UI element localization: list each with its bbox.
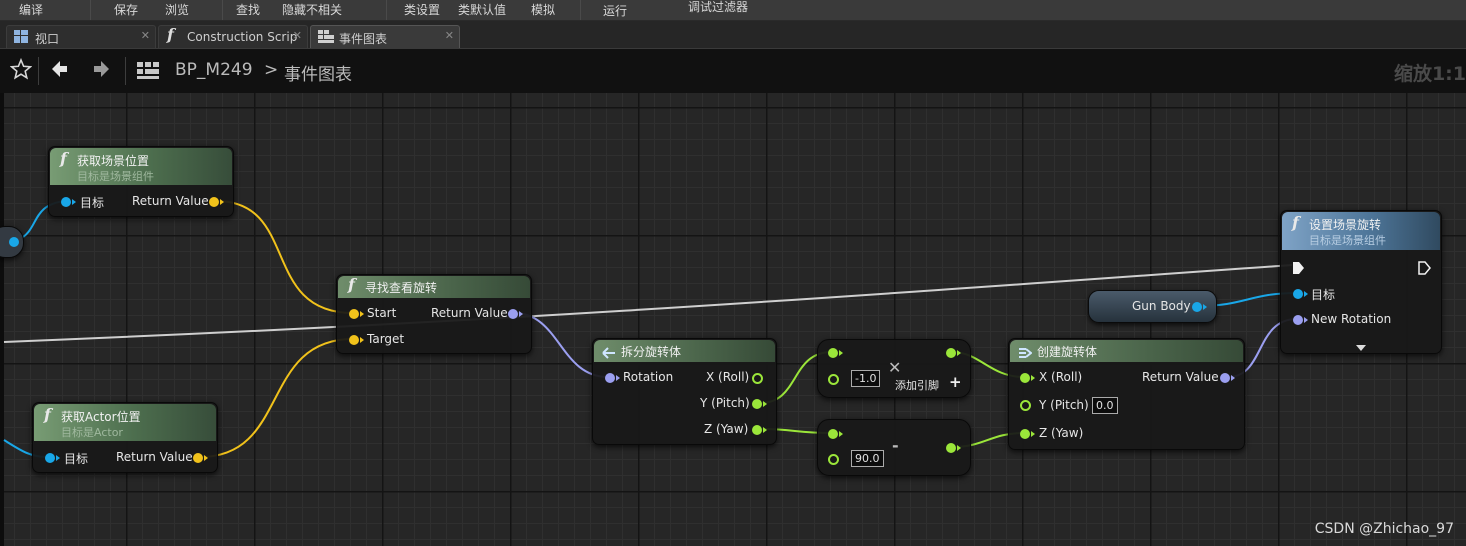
return-value-pin[interactable] xyxy=(193,453,208,463)
expand-arrow-icon[interactable] xyxy=(1355,337,1367,356)
pin-label: 目标 xyxy=(80,196,105,210)
target-input-pin[interactable] xyxy=(1293,289,1308,299)
pin-label: 目标 xyxy=(64,452,89,466)
roll-input-pin[interactable] xyxy=(1020,373,1035,383)
node-header: f 获取Actor位置 目标是Actor xyxy=(34,404,216,441)
pin-label: Z (Yaw) xyxy=(704,422,749,436)
pin-label: Y (Pitch) xyxy=(700,396,750,410)
function-icon: f xyxy=(44,405,51,424)
object-output-pin[interactable] xyxy=(1192,302,1207,312)
float-output-pin[interactable] xyxy=(946,348,961,358)
node-subtitle: 目标是Actor xyxy=(61,426,123,439)
node-title: 获取场景位置 xyxy=(77,154,150,168)
make-rotator-icon xyxy=(1018,344,1033,363)
new-rotation-input-pin[interactable] xyxy=(1293,315,1308,325)
pin-label: Z (Yaw) xyxy=(1039,426,1084,440)
float-input-pin[interactable] xyxy=(828,374,839,385)
yaw-output-pin[interactable] xyxy=(752,425,767,435)
add-pin-label[interactable]: 添加引脚 xyxy=(895,377,939,393)
node-header: f 设置场景旋转 目标是场景组件 xyxy=(1282,212,1440,250)
node-header: f 获取场景位置 目标是场景组件 xyxy=(50,148,232,185)
return-value-pin[interactable] xyxy=(209,197,224,207)
watermark: CSDN @Zhichao_97 xyxy=(1314,521,1454,537)
pin-label: X (Roll) xyxy=(706,370,750,384)
variable-label: Gun Body xyxy=(1132,299,1191,313)
float-input-pin[interactable] xyxy=(828,454,839,465)
float-input-pin[interactable] xyxy=(828,348,843,358)
pitch-output-pin[interactable] xyxy=(752,399,767,409)
pin-label: X (Roll) xyxy=(1039,370,1083,384)
pin-label: Y (Pitch) xyxy=(1039,398,1089,412)
node-header: 拆分旋转体 xyxy=(594,340,775,362)
target-input-pin[interactable] xyxy=(61,197,76,207)
object-pin[interactable] xyxy=(9,237,19,247)
wire-layer xyxy=(3,200,1298,458)
float-output-pin[interactable] xyxy=(946,443,961,453)
add-pin-plus-icon[interactable]: + xyxy=(949,373,962,391)
set-world-rotation-node[interactable]: f 设置场景旋转 目标是场景组件 目标 New Rotation xyxy=(1280,210,1442,354)
pin-label: Return Value xyxy=(431,306,508,320)
roll-output-pin[interactable] xyxy=(752,373,763,384)
float-input-pin[interactable] xyxy=(828,429,843,439)
node-subtitle: 目标是场景组件 xyxy=(77,170,154,183)
get-world-location-node[interactable]: f 获取场景位置 目标是场景组件 目标 Return Value xyxy=(48,146,234,217)
return-value-pin[interactable] xyxy=(508,309,523,319)
node-title: 创建旋转体 xyxy=(1037,345,1098,359)
pin-label: Return Value xyxy=(132,194,209,208)
vector-wire-target xyxy=(199,338,354,458)
multiply-value-field[interactable]: -1.0 xyxy=(851,370,881,387)
find-look-at-rotation-node[interactable]: f 寻找查看旋转 Start Return Value Target xyxy=(336,274,532,354)
node-title: 寻找查看旋转 xyxy=(365,281,438,295)
start-input-pin[interactable] xyxy=(349,309,364,319)
node-subtitle: 目标是场景组件 xyxy=(1309,234,1386,247)
pin-label: New Rotation xyxy=(1311,312,1392,326)
pin-label: Return Value xyxy=(1142,370,1219,384)
yaw-input-pin[interactable] xyxy=(1020,429,1035,439)
function-icon: f xyxy=(1292,213,1299,232)
target-input-pin[interactable] xyxy=(45,453,60,463)
function-icon: f xyxy=(60,149,67,168)
node-header: f 寻找查看旋转 xyxy=(338,275,530,298)
return-value-pin[interactable] xyxy=(1220,373,1235,383)
pin-label: Start xyxy=(367,306,397,320)
exec-output-pin[interactable] xyxy=(1417,260,1431,279)
gun-body-variable-node[interactable]: Gun Body xyxy=(1088,290,1217,323)
subtract-node[interactable]: 90.0 - xyxy=(817,419,971,476)
target-input-pin[interactable] xyxy=(349,335,364,345)
multiply-node[interactable]: -1.0 ✕ 添加引脚 + xyxy=(817,339,971,398)
pitch-input-pin[interactable] xyxy=(1020,400,1031,411)
pin-label: 目标 xyxy=(1311,288,1336,302)
subtract-value-field[interactable]: 90.0 xyxy=(851,450,884,467)
multiply-symbol-icon: ✕ xyxy=(888,358,902,377)
subtract-symbol-icon: - xyxy=(892,436,899,455)
break-rotator-icon xyxy=(602,344,616,363)
vector-wire-start xyxy=(215,200,354,314)
get-actor-location-node[interactable]: f 获取Actor位置 目标是Actor 目标 Return Value xyxy=(32,402,218,473)
pin-label: Rotation xyxy=(623,370,674,384)
rotation-input-pin[interactable] xyxy=(605,373,620,383)
node-header: 创建旋转体 xyxy=(1010,340,1243,362)
make-rotator-node[interactable]: 创建旋转体 X (Roll) Return Value Y (Pitch) 0.… xyxy=(1008,338,1245,450)
pin-label: Return Value xyxy=(116,450,193,464)
pitch-value-field[interactable]: 0.0 xyxy=(1092,397,1118,414)
function-icon: f xyxy=(348,275,355,294)
node-title: 拆分旋转体 xyxy=(621,345,682,359)
node-title: 设置场景旋转 xyxy=(1309,218,1382,232)
break-rotator-node[interactable]: 拆分旋转体 Rotation X (Roll) Y (Pitch) Z (Yaw… xyxy=(592,338,777,445)
exec-input-pin[interactable] xyxy=(1291,260,1305,279)
pin-label: Target xyxy=(367,332,405,346)
node-title: 获取Actor位置 xyxy=(61,410,141,424)
